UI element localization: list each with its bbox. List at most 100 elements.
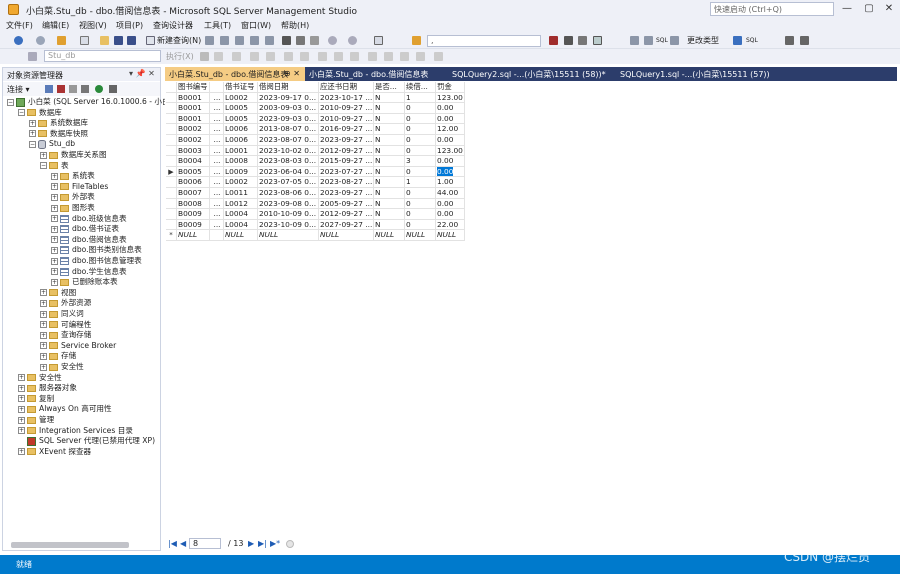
grid-cell[interactable]: 2005-09-27 ... xyxy=(319,198,374,210)
row-selector[interactable]: ▶ xyxy=(166,166,177,178)
grid-cell[interactable]: NULL xyxy=(258,230,319,241)
grid-cell[interactable]: L0008 xyxy=(224,156,258,167)
grid-cell[interactable]: 2010-10-09 0... xyxy=(258,209,319,220)
grid-cell[interactable]: ... xyxy=(210,124,224,135)
expand-icon[interactable]: + xyxy=(51,172,58,180)
column-header[interactable]: 借阅日期 xyxy=(258,82,319,93)
comment-icon[interactable] xyxy=(368,52,377,61)
grid-cell[interactable]: 2023-08-27 ... xyxy=(319,177,374,188)
grid-cell[interactable]: B0006 xyxy=(177,177,210,188)
grid-cell[interactable]: 0 xyxy=(405,209,436,220)
tree-node[interactable]: + 外部表 xyxy=(51,192,95,203)
grid-cell[interactable]: 2023-08-07 0... xyxy=(258,135,319,146)
menu-edit[interactable]: 编辑(E) xyxy=(42,20,69,31)
paste-icon[interactable] xyxy=(310,36,319,45)
grid-cell[interactable]: L0012 xyxy=(224,198,258,210)
uncomment-icon[interactable] xyxy=(384,52,393,61)
grid-cell[interactable]: L0004 xyxy=(224,219,258,231)
expand-icon[interactable]: + xyxy=(40,151,47,159)
menu-query-designer[interactable]: 查询设计器 xyxy=(153,20,193,31)
grid-cell[interactable]: 2010-09-27 ... xyxy=(319,103,374,114)
mdx-query-icon[interactable] xyxy=(220,36,229,45)
grid-cell[interactable]: N xyxy=(374,166,405,178)
grid-cell[interactable]: 2015-09-27 ... xyxy=(319,156,374,167)
grid-cell[interactable] xyxy=(210,230,224,241)
grid-cell[interactable]: ... xyxy=(210,92,224,104)
grid-cell[interactable]: L0009 xyxy=(224,166,258,178)
grid-cell[interactable]: 1 xyxy=(405,177,436,188)
grid-cell[interactable]: N xyxy=(374,188,405,199)
expand-icon[interactable]: + xyxy=(40,331,47,339)
menu-help[interactable]: 帮助(H) xyxy=(281,20,309,31)
menu-window[interactable]: 窗口(W) xyxy=(241,20,271,31)
restore-button[interactable]: ▢ xyxy=(860,2,878,16)
grid-cell[interactable]: B0009 xyxy=(177,219,210,231)
cut-icon[interactable] xyxy=(282,36,291,45)
grid-cell[interactable]: 0 xyxy=(405,198,436,210)
tab-sqlquery2[interactable]: SQLQuery2.sql -...(小白菜\15511 (58))* xyxy=(448,67,616,81)
intellisense-icon[interactable] xyxy=(266,52,275,61)
outdent-icon[interactable] xyxy=(416,52,425,61)
grid-cell[interactable]: L0002 xyxy=(224,177,258,188)
expand-icon[interactable]: + xyxy=(51,268,58,276)
grid-cell[interactable]: N xyxy=(374,145,405,157)
grid-cell[interactable]: ... xyxy=(210,198,224,210)
parse-icon[interactable] xyxy=(214,52,223,61)
previous-record-button[interactable]: ◀ xyxy=(180,539,186,548)
first-record-button[interactable]: |◀ xyxy=(168,539,177,548)
menu-view[interactable]: 视图(V) xyxy=(79,20,107,31)
grid-cell[interactable]: L0011 xyxy=(224,188,258,199)
execute-button[interactable]: 执行(X) xyxy=(166,51,194,62)
grid-cell[interactable]: 1.00 xyxy=(436,177,465,188)
tree-node[interactable]: + dbo.借书证表 xyxy=(51,224,119,235)
add-table-icon[interactable] xyxy=(800,36,809,45)
filter-icon[interactable] xyxy=(81,85,89,93)
refresh-icon[interactable] xyxy=(95,85,103,93)
expand-icon[interactable]: + xyxy=(29,119,36,127)
next-record-button[interactable]: ▶ xyxy=(248,539,254,548)
grid-cell[interactable]: ... xyxy=(210,113,224,125)
connect-icon[interactable] xyxy=(28,52,37,61)
grid-cell[interactable]: 123.00 xyxy=(436,92,465,104)
grid-cell[interactable]: ... xyxy=(210,103,224,114)
grid-cell[interactable]: NULL xyxy=(224,230,258,241)
grid-cell[interactable]: B0002 xyxy=(177,135,210,146)
save-all-icon[interactable] xyxy=(127,36,136,45)
row-selector[interactable] xyxy=(166,219,177,231)
grid-cell[interactable]: B0001 xyxy=(177,103,210,114)
grid-cell[interactable]: 2027-09-27 ... xyxy=(319,219,374,231)
last-record-button[interactable]: ▶| xyxy=(258,539,267,548)
row-selector[interactable] xyxy=(166,209,177,220)
expand-icon[interactable]: + xyxy=(18,427,25,435)
expand-icon[interactable]: + xyxy=(40,363,47,371)
verify-sql-icon[interactable] xyxy=(733,36,742,45)
expand-icon[interactable]: + xyxy=(51,225,58,233)
grid-cell[interactable]: N xyxy=(374,219,405,231)
expand-icon[interactable]: + xyxy=(51,257,58,265)
tree-node[interactable]: + dbo.学生信息表 xyxy=(51,267,127,278)
xmla-query-icon[interactable] xyxy=(250,36,259,45)
grid-cell[interactable]: B0001 xyxy=(177,113,210,125)
grid-cell[interactable]: 2023-07-27 ... xyxy=(319,166,374,178)
redo-icon[interactable] xyxy=(348,36,357,45)
grid-cell[interactable]: 123.00 xyxy=(436,145,465,157)
grid-cell[interactable]: 2013-08-07 0... xyxy=(258,124,319,135)
expand-icon[interactable]: + xyxy=(51,183,58,191)
grid-cell[interactable]: B0009 xyxy=(177,209,210,220)
tab-pin-close-icon[interactable]: ⊕ ✕ xyxy=(284,69,300,78)
grid-cell[interactable]: ... xyxy=(210,188,224,199)
menu-file[interactable]: 文件(F) xyxy=(6,20,33,31)
collapse-icon[interactable]: − xyxy=(7,98,14,106)
grid-cell[interactable]: B0003 xyxy=(177,145,210,157)
expand-icon[interactable]: + xyxy=(51,204,58,212)
grid-cell[interactable]: 2023-08-03 0... xyxy=(258,156,319,167)
selected-cell-value[interactable]: 0.00 xyxy=(437,166,454,176)
tree-node[interactable]: + 数据库快照 xyxy=(29,129,88,140)
toggle-pane-icon[interactable] xyxy=(374,36,383,45)
include-plan-icon[interactable] xyxy=(284,52,293,61)
column-header[interactable]: 续借... xyxy=(405,82,436,93)
new-file-icon[interactable] xyxy=(80,36,89,45)
new-project-icon[interactable] xyxy=(57,36,66,45)
minimize-button[interactable]: — xyxy=(838,2,856,16)
tree-node[interactable]: + 可编程性 xyxy=(40,320,91,331)
